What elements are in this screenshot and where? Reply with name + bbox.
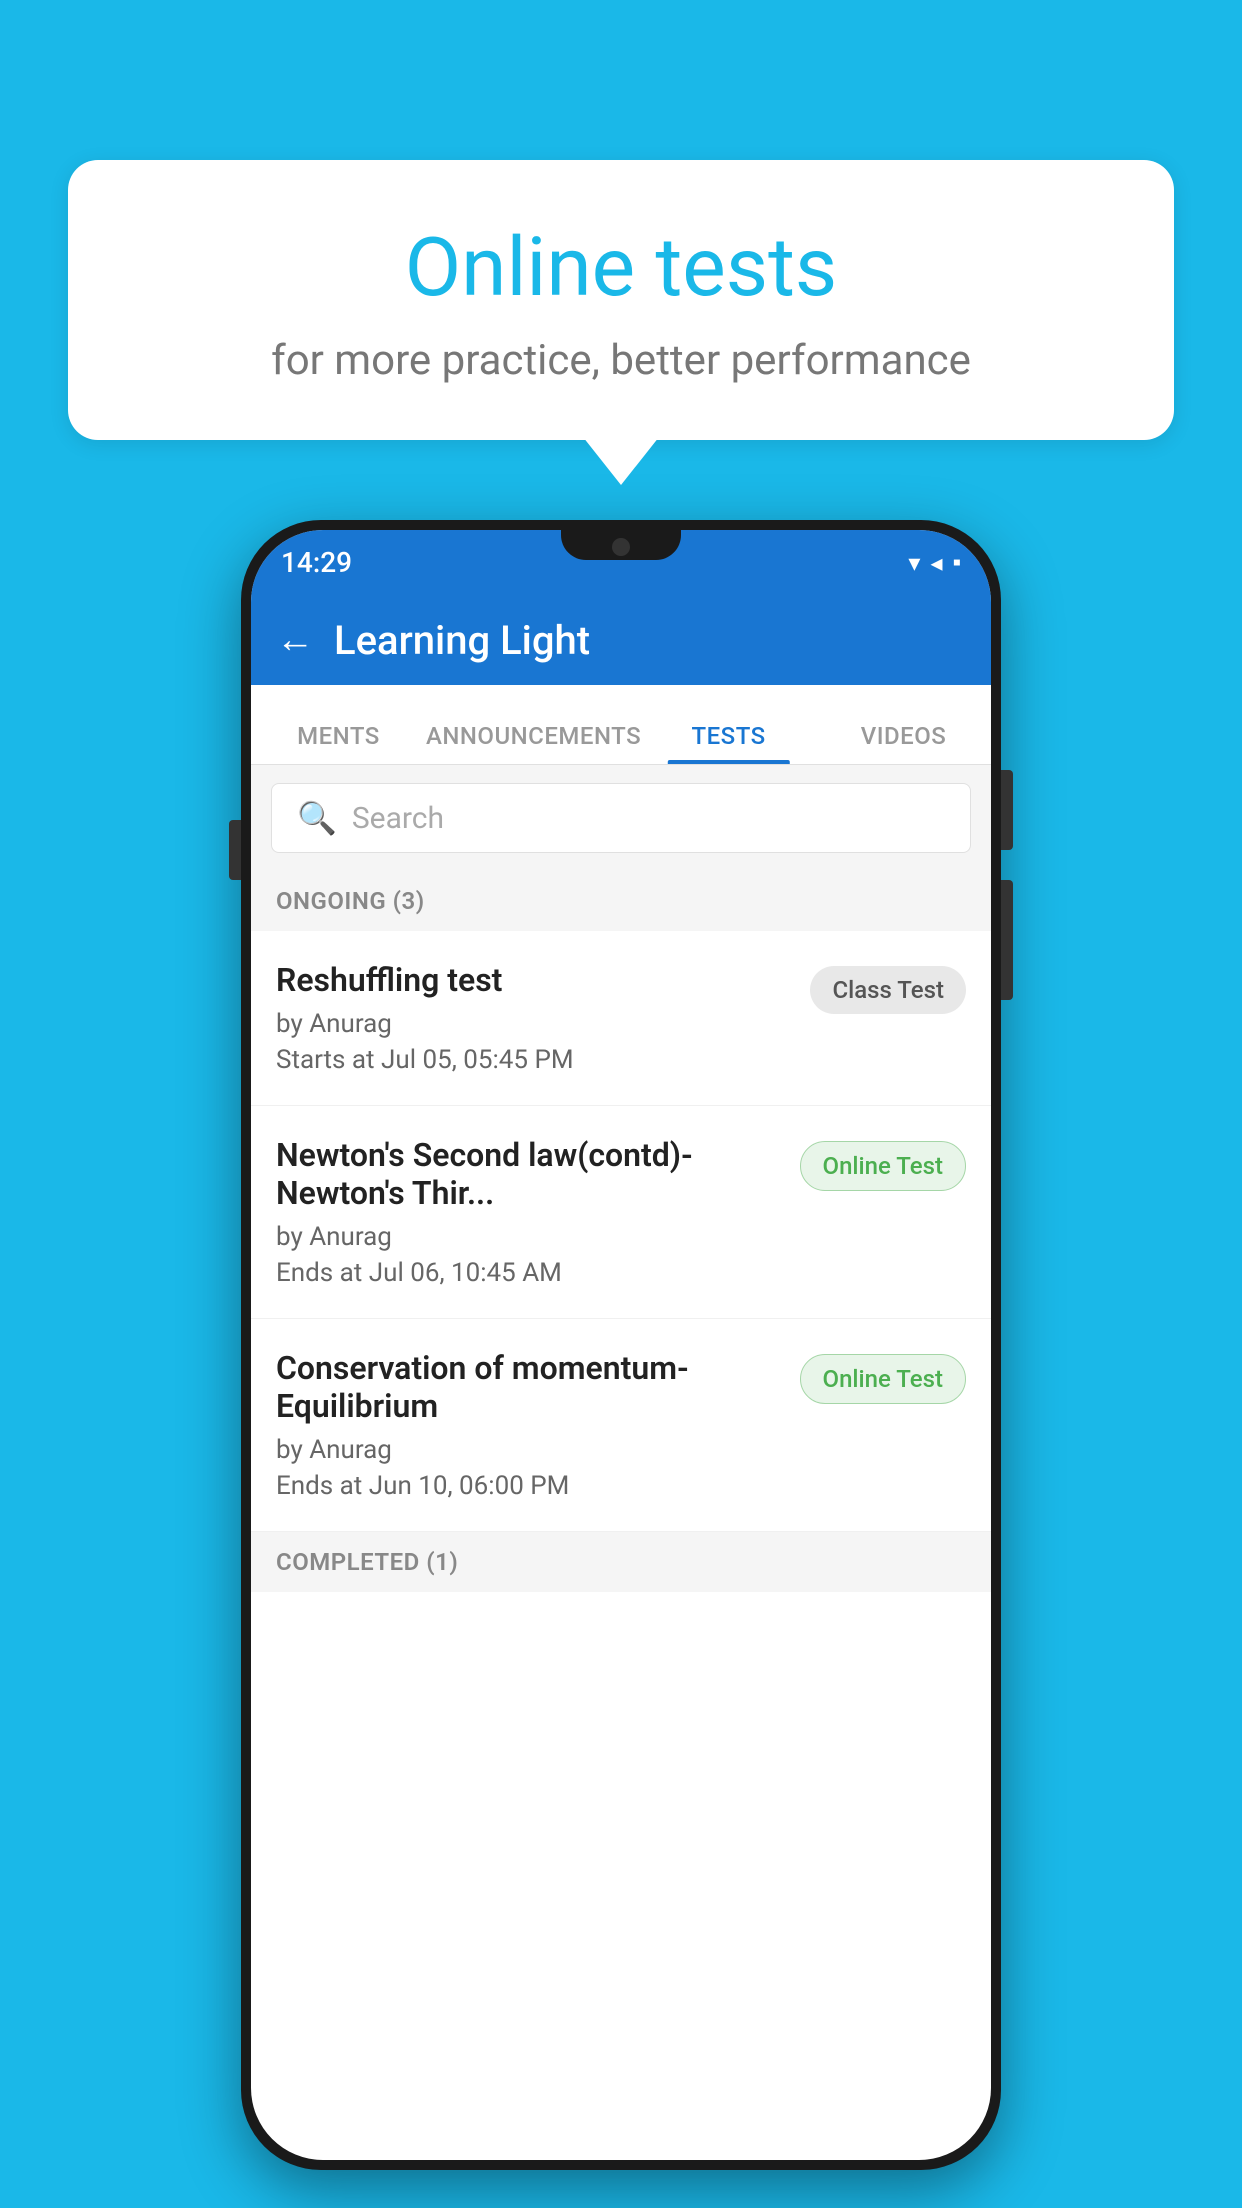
test-name: Newton's Second law(contd)-Newton's Thir… [276, 1136, 785, 1212]
test-info: Newton's Second law(contd)-Newton's Thir… [276, 1136, 785, 1288]
status-bar: 14:29 ▾ ◂ ▪ [251, 530, 991, 595]
tab-tests[interactable]: TESTS [641, 722, 816, 764]
notch [561, 530, 681, 560]
signal-icon: ◂ [930, 549, 942, 577]
search-bar[interactable]: 🔍 Search [271, 783, 971, 853]
test-author: by Anurag [276, 1222, 785, 1252]
test-badge-class: Class Test [810, 966, 966, 1014]
search-input[interactable]: Search [352, 801, 444, 836]
test-author: by Anurag [276, 1009, 795, 1039]
test-badge-online: Online Test [800, 1141, 966, 1191]
bubble-subtitle: for more practice, better performance [118, 336, 1124, 385]
back-button[interactable]: ← [276, 618, 314, 662]
test-list: Reshuffling test by Anurag Starts at Jul… [251, 931, 991, 1532]
volume-button [229, 820, 241, 880]
test-item[interactable]: Reshuffling test by Anurag Starts at Jul… [251, 931, 991, 1106]
search-icon: 🔍 [297, 799, 337, 837]
power-button [1001, 770, 1013, 850]
tab-ments[interactable]: MENTS [251, 722, 426, 764]
tabs-bar: MENTS ANNOUNCEMENTS TESTS VIDEOS [251, 685, 991, 765]
test-info: Reshuffling test by Anurag Starts at Jul… [276, 961, 795, 1075]
phone-frame: 14:29 ▾ ◂ ▪ ← Learning Light MENTS ANNOU… [241, 520, 1001, 2170]
status-time: 14:29 [281, 546, 352, 579]
test-name: Conservation of momentum-Equilibrium [276, 1349, 785, 1425]
app-title: Learning Light [334, 617, 590, 664]
test-time: Starts at Jul 05, 05:45 PM [276, 1045, 795, 1075]
speech-bubble: Online tests for more practice, better p… [68, 160, 1174, 440]
tab-videos[interactable]: VIDEOS [816, 722, 991, 764]
test-time: Ends at Jun 10, 06:00 PM [276, 1471, 785, 1501]
status-icons: ▾ ◂ ▪ [908, 548, 961, 577]
test-time: Ends at Jul 06, 10:45 AM [276, 1258, 785, 1288]
phone-screen: 14:29 ▾ ◂ ▪ ← Learning Light MENTS ANNOU… [251, 530, 991, 2160]
battery-icon: ▪ [952, 548, 961, 577]
test-author: by Anurag [276, 1435, 785, 1465]
search-container: 🔍 Search [251, 765, 991, 871]
test-item[interactable]: Conservation of momentum-Equilibrium by … [251, 1319, 991, 1532]
test-badge-online: Online Test [800, 1354, 966, 1404]
tab-announcements[interactable]: ANNOUNCEMENTS [426, 722, 641, 764]
ongoing-section-header: ONGOING (3) [251, 871, 991, 931]
test-item[interactable]: Newton's Second law(contd)-Newton's Thir… [251, 1106, 991, 1319]
completed-section-header: COMPLETED (1) [251, 1532, 991, 1592]
wifi-icon: ▾ [908, 549, 920, 577]
app-header: ← Learning Light [251, 595, 991, 685]
bubble-title: Online tests [118, 220, 1124, 316]
camera [612, 538, 630, 556]
test-name: Reshuffling test [276, 961, 795, 999]
volume-right-button [1001, 880, 1013, 1000]
test-info: Conservation of momentum-Equilibrium by … [276, 1349, 785, 1501]
